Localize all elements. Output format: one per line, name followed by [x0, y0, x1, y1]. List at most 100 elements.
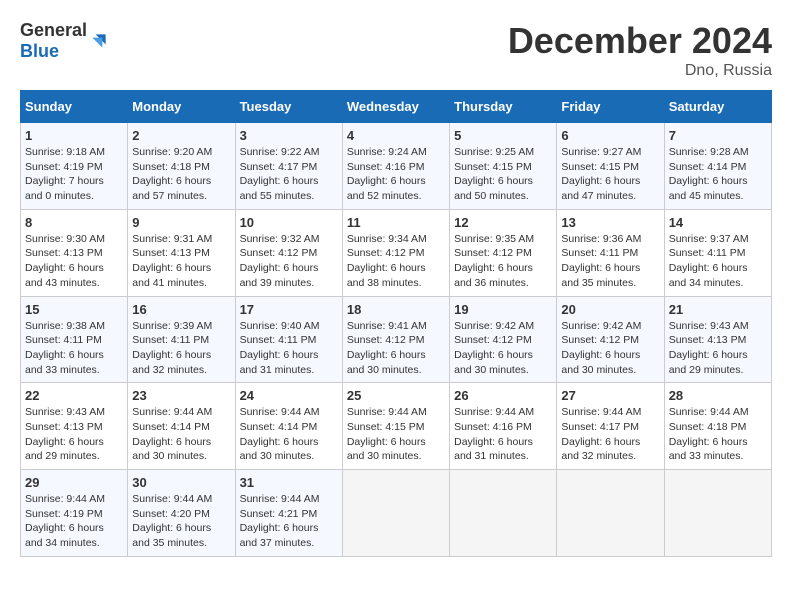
day-info: Sunrise: 9:25 AM Sunset: 4:15 PM Dayligh…	[454, 145, 552, 204]
day-info: Sunrise: 9:37 AM Sunset: 4:11 PM Dayligh…	[669, 232, 767, 291]
day-number: 15	[25, 302, 123, 317]
calendar-cell: 21 Sunrise: 9:43 AM Sunset: 4:13 PM Dayli…	[664, 296, 771, 383]
calendar-week-row: 8 Sunrise: 9:30 AM Sunset: 4:13 PM Daylig…	[21, 209, 772, 296]
day-number: 31	[240, 475, 338, 490]
calendar-cell: 29Sunrise: 9:44 AM Sunset: 4:19 PM Dayli…	[21, 470, 128, 557]
logo-blue: Blue	[20, 41, 59, 61]
calendar-cell: 9 Sunrise: 9:31 AM Sunset: 4:13 PM Daylig…	[128, 209, 235, 296]
day-info: Sunrise: 9:44 AM Sunset: 4:20 PM Dayligh…	[132, 492, 230, 551]
day-number: 3	[240, 128, 338, 143]
day-info: Sunrise: 9:24 AM Sunset: 4:16 PM Dayligh…	[347, 145, 445, 204]
day-info: Sunrise: 9:43 AM Sunset: 4:13 PM Dayligh…	[25, 405, 123, 464]
day-number: 27	[561, 388, 659, 403]
day-number: 5	[454, 128, 552, 143]
day-info: Sunrise: 9:44 AM Sunset: 4:21 PM Dayligh…	[240, 492, 338, 551]
day-number: 2	[132, 128, 230, 143]
day-info: Sunrise: 9:36 AM Sunset: 4:11 PM Dayligh…	[561, 232, 659, 291]
calendar-cell: 26Sunrise: 9:44 AM Sunset: 4:16 PM Dayli…	[450, 383, 557, 470]
day-number: 18	[347, 302, 445, 317]
day-info: Sunrise: 9:28 AM Sunset: 4:14 PM Dayligh…	[669, 145, 767, 204]
calendar-cell	[450, 470, 557, 557]
day-number: 4	[347, 128, 445, 143]
day-info: Sunrise: 9:34 AM Sunset: 4:12 PM Dayligh…	[347, 232, 445, 291]
calendar-week-row: 1 Sunrise: 9:18 AM Sunset: 4:19 PM Daylig…	[21, 123, 772, 210]
day-number: 13	[561, 215, 659, 230]
calendar-week-row: 15Sunrise: 9:38 AM Sunset: 4:11 PM Dayli…	[21, 296, 772, 383]
logo-icon	[89, 31, 109, 51]
day-number: 30	[132, 475, 230, 490]
calendar-subtitle: Dno, Russia	[508, 62, 772, 80]
day-info: Sunrise: 9:22 AM Sunset: 4:17 PM Dayligh…	[240, 145, 338, 204]
day-info: Sunrise: 9:18 AM Sunset: 4:19 PM Dayligh…	[25, 145, 123, 204]
day-number: 21	[669, 302, 767, 317]
calendar-cell: 24Sunrise: 9:44 AM Sunset: 4:14 PM Dayli…	[235, 383, 342, 470]
day-number: 19	[454, 302, 552, 317]
calendar-cell	[342, 470, 449, 557]
day-number: 12	[454, 215, 552, 230]
calendar-cell: 27 Sunrise: 9:44 AM Sunset: 4:17 PM Dayli…	[557, 383, 664, 470]
calendar-title: December 2024	[508, 20, 772, 62]
calendar-table: SundayMondayTuesdayWednesdayThursdayFrid…	[20, 90, 772, 557]
calendar-cell: 23Sunrise: 9:44 AM Sunset: 4:14 PM Dayli…	[128, 383, 235, 470]
day-info: Sunrise: 9:44 AM Sunset: 4:16 PM Dayligh…	[454, 405, 552, 464]
day-info: Sunrise: 9:43 AM Sunset: 4:13 PM Dayligh…	[669, 319, 767, 378]
weekday-header-friday: Friday	[557, 91, 664, 123]
calendar-cell: 18 Sunrise: 9:41 AM Sunset: 4:12 PM Dayli…	[342, 296, 449, 383]
calendar-cell: 16 Sunrise: 9:39 AM Sunset: 4:11 PM Dayli…	[128, 296, 235, 383]
day-number: 23	[132, 388, 230, 403]
day-info: Sunrise: 9:32 AM Sunset: 4:12 PM Dayligh…	[240, 232, 338, 291]
calendar-cell	[664, 470, 771, 557]
day-number: 7	[669, 128, 767, 143]
day-number: 17	[240, 302, 338, 317]
logo-text: General Blue	[20, 20, 87, 62]
day-number: 8	[25, 215, 123, 230]
calendar-week-row: 29Sunrise: 9:44 AM Sunset: 4:19 PM Dayli…	[21, 470, 772, 557]
day-info: Sunrise: 9:27 AM Sunset: 4:15 PM Dayligh…	[561, 145, 659, 204]
day-info: Sunrise: 9:40 AM Sunset: 4:11 PM Dayligh…	[240, 319, 338, 378]
calendar-cell: 14Sunrise: 9:37 AM Sunset: 4:11 PM Dayli…	[664, 209, 771, 296]
day-number: 24	[240, 388, 338, 403]
day-number: 10	[240, 215, 338, 230]
calendar-cell: 3 Sunrise: 9:22 AM Sunset: 4:17 PM Daylig…	[235, 123, 342, 210]
day-info: Sunrise: 9:44 AM Sunset: 4:15 PM Dayligh…	[347, 405, 445, 464]
day-info: Sunrise: 9:41 AM Sunset: 4:12 PM Dayligh…	[347, 319, 445, 378]
calendar-cell: 15Sunrise: 9:38 AM Sunset: 4:11 PM Dayli…	[21, 296, 128, 383]
calendar-cell: 11 Sunrise: 9:34 AM Sunset: 4:12 PM Dayli…	[342, 209, 449, 296]
calendar-cell: 19 Sunrise: 9:42 AM Sunset: 4:12 PM Dayli…	[450, 296, 557, 383]
calendar-cell: 25 Sunrise: 9:44 AM Sunset: 4:15 PM Dayli…	[342, 383, 449, 470]
calendar-cell: 22 Sunrise: 9:43 AM Sunset: 4:13 PM Dayli…	[21, 383, 128, 470]
day-number: 1	[25, 128, 123, 143]
day-info: Sunrise: 9:44 AM Sunset: 4:17 PM Dayligh…	[561, 405, 659, 464]
weekday-header-row: SundayMondayTuesdayWednesdayThursdayFrid…	[21, 91, 772, 123]
weekday-header-sunday: Sunday	[21, 91, 128, 123]
day-info: Sunrise: 9:42 AM Sunset: 4:12 PM Dayligh…	[454, 319, 552, 378]
day-info: Sunrise: 9:20 AM Sunset: 4:18 PM Dayligh…	[132, 145, 230, 204]
calendar-cell: 6 Sunrise: 9:27 AM Sunset: 4:15 PM Daylig…	[557, 123, 664, 210]
calendar-cell: 30 Sunrise: 9:44 AM Sunset: 4:20 PM Dayli…	[128, 470, 235, 557]
calendar-cell: 17 Sunrise: 9:40 AM Sunset: 4:11 PM Dayli…	[235, 296, 342, 383]
calendar-cell: 2 Sunrise: 9:20 AM Sunset: 4:18 PM Daylig…	[128, 123, 235, 210]
day-info: Sunrise: 9:39 AM Sunset: 4:11 PM Dayligh…	[132, 319, 230, 378]
day-number: 25	[347, 388, 445, 403]
day-number: 9	[132, 215, 230, 230]
calendar-cell: 5 Sunrise: 9:25 AM Sunset: 4:15 PM Daylig…	[450, 123, 557, 210]
calendar-cell: 4 Sunrise: 9:24 AM Sunset: 4:16 PM Daylig…	[342, 123, 449, 210]
day-info: Sunrise: 9:42 AM Sunset: 4:12 PM Dayligh…	[561, 319, 659, 378]
weekday-header-saturday: Saturday	[664, 91, 771, 123]
day-info: Sunrise: 9:35 AM Sunset: 4:12 PM Dayligh…	[454, 232, 552, 291]
calendar-cell: 7 Sunrise: 9:28 AM Sunset: 4:14 PM Daylig…	[664, 123, 771, 210]
calendar-cell: 20Sunrise: 9:42 AM Sunset: 4:12 PM Dayli…	[557, 296, 664, 383]
day-number: 11	[347, 215, 445, 230]
logo: General Blue	[20, 20, 109, 62]
calendar-cell: 13 Sunrise: 9:36 AM Sunset: 4:11 PM Dayli…	[557, 209, 664, 296]
day-number: 22	[25, 388, 123, 403]
day-info: Sunrise: 9:31 AM Sunset: 4:13 PM Dayligh…	[132, 232, 230, 291]
day-number: 6	[561, 128, 659, 143]
day-number: 16	[132, 302, 230, 317]
calendar-cell: 10 Sunrise: 9:32 AM Sunset: 4:12 PM Dayli…	[235, 209, 342, 296]
weekday-header-monday: Monday	[128, 91, 235, 123]
calendar-cell	[557, 470, 664, 557]
calendar-week-row: 22 Sunrise: 9:43 AM Sunset: 4:13 PM Dayli…	[21, 383, 772, 470]
day-info: Sunrise: 9:30 AM Sunset: 4:13 PM Dayligh…	[25, 232, 123, 291]
calendar-cell: 28Sunrise: 9:44 AM Sunset: 4:18 PM Dayli…	[664, 383, 771, 470]
